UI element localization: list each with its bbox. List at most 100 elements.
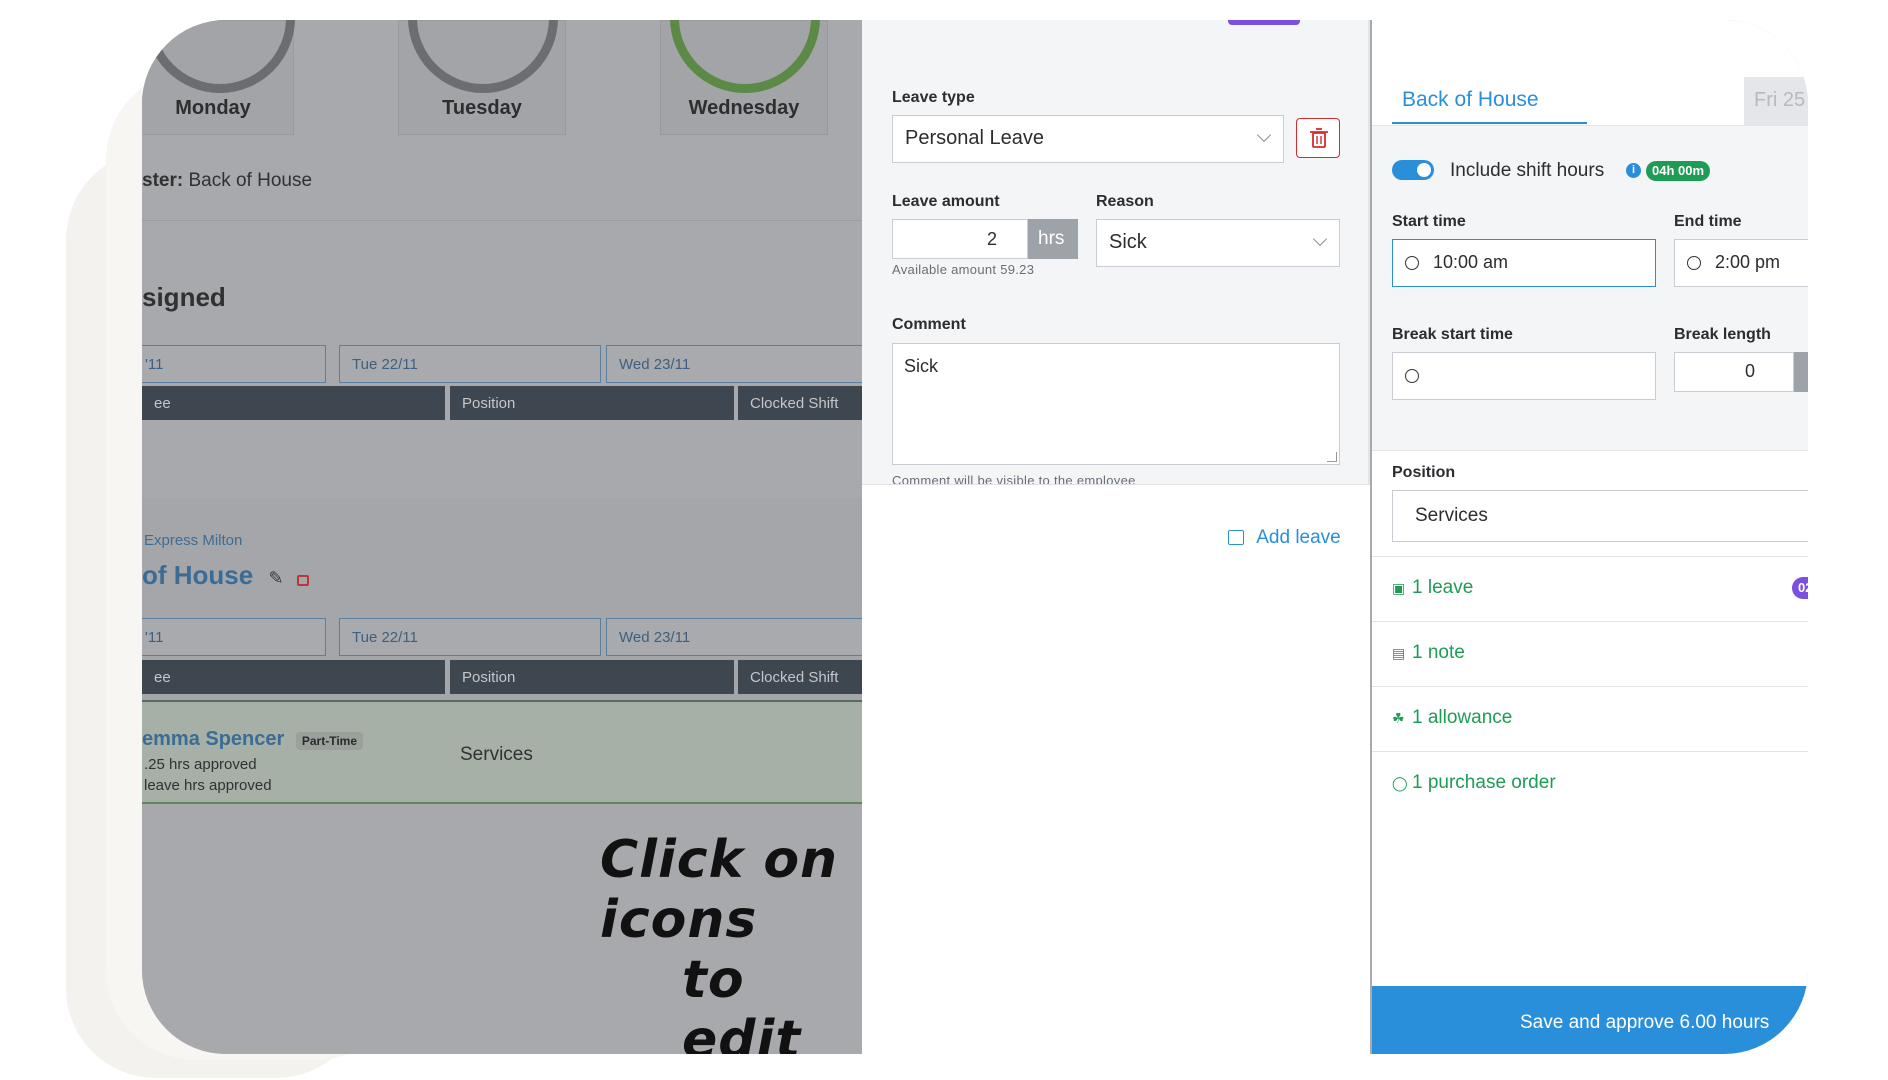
leave-panel-footer: Add leave	[862, 484, 1370, 1054]
lock-icon[interactable]	[296, 575, 309, 586]
break-length-input[interactable]: 0	[1674, 352, 1794, 392]
start-time-label: Start time	[1392, 213, 1466, 230]
day-card-tuesday[interactable]: Tuesday	[398, 20, 566, 135]
save-approve-button[interactable]: Save and approve 6.00 hours	[1372, 986, 1808, 1054]
hours-approved: .25 hrs approved	[144, 756, 257, 773]
reason-value: Sick	[1109, 231, 1147, 253]
position-label: Position	[1392, 464, 1456, 481]
comment-textarea[interactable]: Sick	[892, 343, 1340, 465]
info-icon[interactable]: i	[1626, 163, 1641, 178]
leave-type-label: Leave type	[892, 89, 975, 106]
available-amount: Available amount 59.23	[892, 262, 1035, 277]
tab-date[interactable]: Fri 25	[1744, 77, 1808, 125]
include-shift-toggle[interactable]	[1392, 160, 1434, 180]
delete-leave-button[interactable]	[1296, 118, 1340, 158]
day-label: Tuesday	[442, 97, 522, 119]
include-shift-label: Include shift hours	[1450, 160, 1605, 181]
break-start-input[interactable]	[1392, 352, 1656, 400]
leave-amount-input[interactable]: 2	[892, 219, 1028, 259]
table-header-clocked-shift: Clocked Shift	[738, 660, 868, 694]
clock-icon	[1405, 369, 1419, 383]
add-leave-label: Add leave	[1256, 527, 1341, 548]
date-box[interactable]: Wed 23/11	[606, 345, 868, 383]
leave-type-select[interactable]: Personal Leave	[892, 115, 1284, 163]
leave-status-badge	[1228, 20, 1300, 25]
add-leave-button[interactable]: Add leave	[1228, 527, 1341, 549]
leave-approved: leave hrs approved	[144, 777, 272, 794]
leave-type-value: Personal Leave	[905, 127, 1044, 149]
app-window: Monday Tuesday Wednesday ster: Back of H…	[142, 20, 1808, 1054]
table-row[interactable]: emma Spencer Part-Time .25 hrs approved …	[142, 700, 862, 804]
day-card-monday[interactable]: Monday	[142, 20, 295, 135]
employee-name[interactable]: emma Spencer Part-Time	[142, 728, 363, 751]
comment-label: Comment	[892, 316, 966, 333]
note-icon: ▤	[1392, 645, 1406, 661]
employment-badge: Part-Time	[295, 732, 363, 750]
leave-link-label: 1 leave	[1412, 577, 1474, 598]
date-box[interactable]: Wed 23/11	[606, 618, 868, 656]
table-header-employee: ee	[142, 660, 445, 694]
start-time-value: 10:00 am	[1433, 252, 1509, 272]
table-header-position: Position	[450, 660, 734, 694]
section-title: of House ✎	[142, 560, 309, 591]
calendar-add-icon	[1228, 530, 1244, 545]
edit-icon[interactable]: ✎	[268, 568, 283, 588]
allowance-link[interactable]: ☘ 1 allowance	[1392, 707, 1512, 729]
money-bag-icon: ◯	[1392, 775, 1408, 791]
shift-hours-badge: 04h 00m	[1646, 161, 1711, 181]
instruction-line-1: Click on icons	[600, 830, 839, 950]
resize-handle-icon[interactable]	[1327, 452, 1337, 462]
allowance-icon: ☘	[1392, 710, 1405, 726]
table-header-clocked-shift: Clocked Shift	[738, 386, 868, 420]
date-box[interactable]: '11	[142, 345, 326, 383]
end-time-label: End time	[1674, 213, 1742, 230]
day-card-wednesday[interactable]: Wednesday	[660, 20, 828, 135]
instruction-line-2: to edit	[682, 950, 802, 1054]
leave-link[interactable]: ▣ 1 leave	[1392, 577, 1473, 599]
date-box[interactable]: Tue 22/11	[339, 618, 601, 656]
chevron-down-icon	[1312, 231, 1328, 247]
allowance-link-label: 1 allowance	[1412, 707, 1513, 728]
start-time-input[interactable]: 10:00 am	[1392, 239, 1656, 287]
end-time-input[interactable]: 2:00 pm	[1674, 239, 1808, 287]
section-title-text: of House	[142, 560, 254, 590]
purchase-order-link[interactable]: ◯ 1 purchase order	[1392, 772, 1556, 794]
leave-count-badge: 02	[1792, 577, 1808, 599]
break-length-unit	[1794, 352, 1808, 392]
break-length-label: Break length	[1674, 326, 1771, 343]
employee-name-text: emma Spencer	[142, 728, 285, 750]
reason-select[interactable]: Sick	[1096, 219, 1340, 267]
timesheet-background: Monday Tuesday Wednesday ster: Back of H…	[142, 20, 868, 1054]
leave-amount-value: 2	[986, 229, 997, 249]
break-start-label: Break start time	[1392, 326, 1513, 343]
position-select[interactable]: Services	[1392, 490, 1808, 542]
clock-icon	[1405, 256, 1419, 270]
day-label: Wednesday	[688, 97, 800, 119]
unassigned-heading: signed	[142, 282, 226, 312]
clock-icon	[1687, 256, 1701, 270]
position-value: Services	[1415, 505, 1488, 526]
tab-back-of-house[interactable]: Back of House	[1402, 88, 1539, 112]
leave-panel: Leave type Personal Leave Leave amount 2…	[862, 20, 1370, 1054]
leave-amount-unit: hrs	[1028, 219, 1078, 259]
shift-panel: Back of House Fri 25 Include shift hours…	[1372, 20, 1808, 1054]
day-label: Monday	[175, 97, 251, 119]
roster-value: Back of House	[188, 170, 313, 191]
end-time-value: 2:00 pm	[1715, 252, 1781, 272]
table-header-employee: ee	[142, 386, 445, 420]
roster-prefix: ster:	[142, 170, 184, 191]
employee-position: Services	[460, 744, 533, 765]
trash-icon	[1310, 128, 1328, 148]
date-box[interactable]: Tue 22/11	[339, 345, 601, 383]
comment-value: Sick	[904, 356, 939, 376]
note-link-label: 1 note	[1412, 642, 1465, 663]
date-box[interactable]: '11	[142, 618, 326, 656]
chevron-down-icon	[1256, 127, 1272, 143]
roster-line: ster: Back of House	[142, 170, 312, 192]
reason-label: Reason	[1096, 193, 1154, 210]
note-link[interactable]: ▤ 1 note	[1392, 642, 1465, 664]
location-label[interactable]: Express Milton	[144, 532, 242, 549]
calendar-icon: ▣	[1392, 580, 1406, 596]
break-length-value: 0	[1744, 361, 1755, 381]
purchase-order-link-label: 1 purchase order	[1412, 772, 1556, 793]
